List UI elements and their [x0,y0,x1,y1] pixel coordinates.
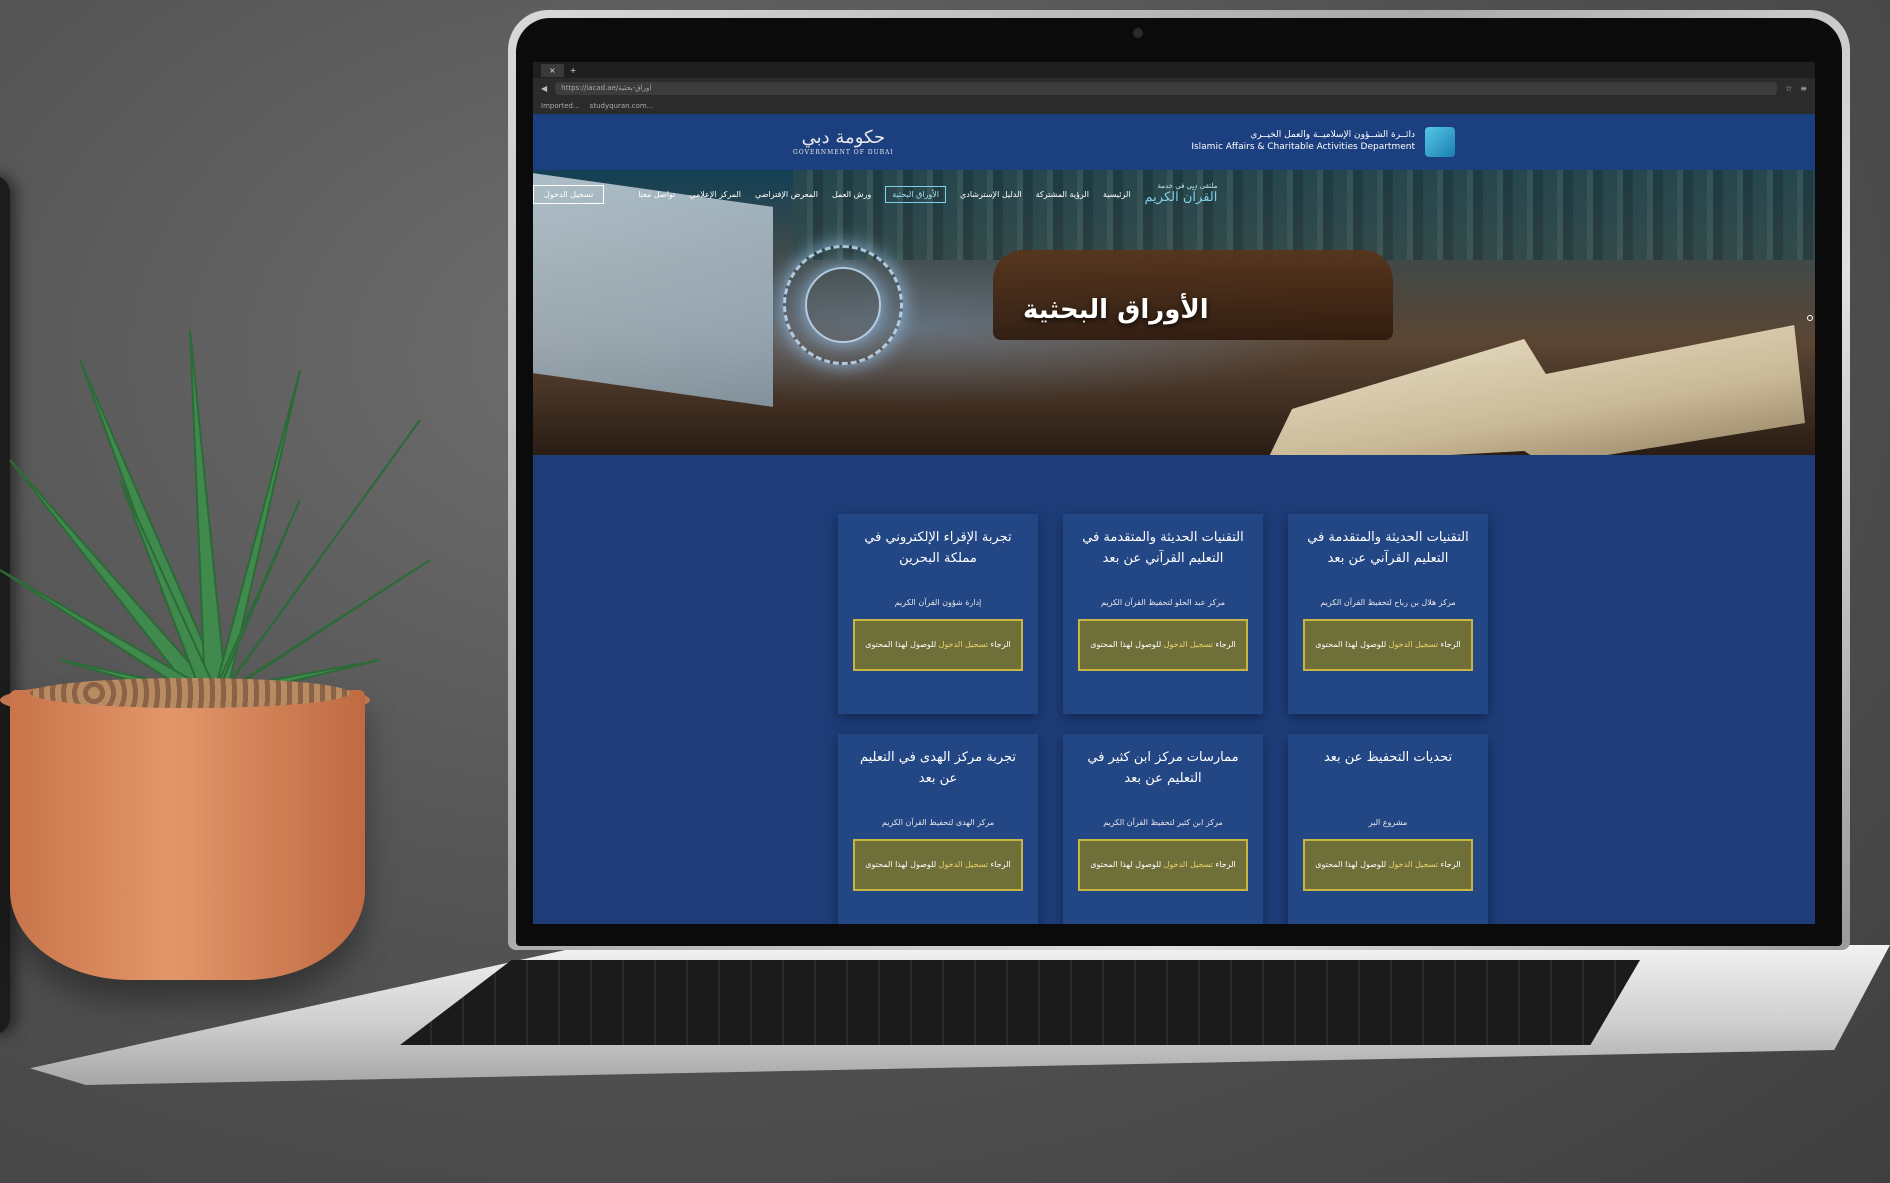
research-papers-grid: التقنيات الحديثة والمتقدمة في التعليم ال… [788,514,1488,924]
login-link[interactable]: تسجيل الدخول [939,860,988,869]
paper-card: تحديات التحفيظ عن بعد مشروع البر الرجاء … [1288,734,1488,924]
brand-main: القرآن الكريم [1144,189,1218,205]
gov-logo-ar: حكومة دبي [801,126,886,148]
nav-media-center[interactable]: المركز الإعلامي [689,190,741,199]
pot-pebbles [30,678,350,708]
bookmark-item[interactable]: studyquran.com... [590,102,654,110]
browser-tab[interactable]: × [541,63,564,77]
login-to-access-button[interactable]: الرجاء تسجيل الدخول للوصول لهذا المحتوى [1303,619,1473,671]
address-bar[interactable]: https://iacad.ae/اوراق-بحثية [555,81,1778,95]
nav-shared-vision[interactable]: الرؤية المشتركة [1036,190,1089,199]
btn-text: للوصول لهذا المحتوى [865,640,939,649]
paper-organization: مركز هلال بن رباح لتحفيظ القرآن الكريم [1320,598,1456,607]
btn-text: للوصول لهذا المحتوى [1090,860,1164,869]
btn-text: الرجاء [1437,860,1461,869]
login-to-access-button[interactable]: الرجاء تسجيل الدخول للوصول لهذا المحتوى [1078,619,1248,671]
btn-text: الرجاء [987,640,1011,649]
nav-guide[interactable]: الدليل الإسترشادي [960,190,1022,199]
new-tab-button[interactable]: + [570,66,577,75]
btn-text: للوصول لهذا المحتوى [1315,640,1389,649]
url-row: ◀ https://iacad.ae/اوراق-بحثية ☆ ≡ [533,78,1815,98]
star-icon[interactable]: ☆ [1785,84,1792,93]
slider-dot[interactable] [1807,315,1813,321]
aloe-plant-illustration [0,330,431,697]
paper-organization: مركز الهدى لتحفيظ القرآن الكريم [881,818,995,827]
btn-text: الرجاء [1437,640,1461,649]
menu-icon[interactable]: ≡ [1800,84,1807,93]
paper-title: التقنيات الحديثة والمتقدمة في التعليم ال… [1082,530,1244,566]
login-link[interactable]: تسجيل الدخول [1389,860,1438,869]
open-book-image [1265,325,1805,455]
paper-card: التقنيات الحديثة والمتقدمة في التعليم ال… [1063,514,1263,714]
department-name: دائــرة الشــؤون الإسلاميــة والعمل الخي… [1191,130,1415,153]
tab-row: × + [533,62,1815,78]
forum-brand-logo[interactable]: ملتقى دبي في خدمة القرآن الكريم [1144,182,1218,205]
browser-chrome: × + ◀ https://iacad.ae/اوراق-بحثية ☆ ≡ I… [533,62,1815,114]
login-link[interactable]: تسجيل الدخول [939,640,988,649]
login-to-access-button[interactable]: الرجاء تسجيل الدخول للوصول لهذا المحتوى [1078,839,1248,891]
login-link[interactable]: تسجيل الدخول [1164,860,1213,869]
main-navigation: ملتقى دبي في خدمة القرآن الكريم الرئيسية… [533,170,1815,218]
laptop-screen: × + ◀ https://iacad.ae/اوراق-بحثية ☆ ≡ I… [533,62,1815,924]
paper-title: تجربة الإقراء الإلكتروني في مملكة البحري… [864,530,1012,566]
paper-title: تجربة مركز الهدى في التعليم عن بعد [859,750,1017,786]
btn-text: الرجاء [987,860,1011,869]
login-to-access-button[interactable]: الرجاء تسجيل الدخول للوصول لهذا المحتوى [1303,839,1473,891]
department-emblem-icon [1425,127,1455,157]
flower-pot [10,690,365,980]
department-name-en: Islamic Affairs & Charitable Activities … [1191,142,1415,152]
btn-text: الرجاء [1212,860,1236,869]
nav-workshops[interactable]: ورش العمل [832,190,871,199]
back-icon[interactable]: ◀ [541,84,547,93]
paper-organization: مركز ابن كثير لتحفيظ القرآن الكريم [1103,818,1223,827]
nav-virtual-exhibition[interactable]: المعرض الإفتراضي [755,190,818,199]
page-title: الأوراق البحثية [1023,295,1209,325]
login-link[interactable]: تسجيل الدخول [1164,640,1213,649]
login-to-access-button[interactable]: الرجاء تسجيل الدخول للوصول لهذا المحتوى [853,619,1023,671]
hero-banner: ملتقى دبي في خدمة القرآن الكريم الرئيسية… [533,170,1815,455]
paper-organization: مشروع البر [1368,818,1408,827]
digital-ring-inner [805,267,881,343]
paper-card: تجربة الإقراء الإلكتروني في مملكة البحري… [838,514,1038,714]
login-link[interactable]: تسجيل الدخول [1389,640,1438,649]
btn-text: للوصول لهذا المحتوى [1090,640,1164,649]
nav-contact[interactable]: تواصل معنا [638,190,675,199]
paper-organization: مركز عبد الحلو لتحفيظ القرآن الكريم [1101,598,1225,607]
department-logo[interactable]: دائــرة الشــؤون الإسلاميــة والعمل الخي… [1191,127,1455,157]
btn-text: للوصول لهذا المحتوى [865,860,939,869]
btn-text: للوصول لهذا المحتوى [1315,860,1389,869]
paper-title: التقنيات الحديثة والمتقدمة في التعليم ال… [1307,530,1469,566]
nav-home[interactable]: الرئيسية [1103,190,1131,199]
login-to-access-button[interactable]: الرجاء تسجيل الدخول للوصول لهذا المحتوى [853,839,1023,891]
bookmark-item[interactable]: Imported... [541,102,580,110]
gov-logo-en: GOVERNMENT OF DUBAI [793,148,894,156]
login-button[interactable]: تسجيل الدخول [533,184,605,204]
laptop-keyboard [400,960,1640,1045]
bookmarks-bar: Imported... studyquran.com... [533,98,1815,114]
nav-research-papers[interactable]: الأوراق البحثية [885,185,947,203]
paper-card: التقنيات الحديثة والمتقدمة في التعليم ال… [1288,514,1488,714]
paper-title: تحديات التحفيظ عن بعد [1323,750,1453,765]
paper-card: ممارسات مركز ابن كثير في التعليم عن بعد … [1063,734,1263,924]
paper-organization: إدارة شؤون القرآن الكريم [894,598,982,607]
paper-card: تجربة مركز الهدى في التعليم عن بعد مركز … [838,734,1038,924]
department-name-ar: دائــرة الشــؤون الإسلاميــة والعمل الخي… [1250,130,1415,141]
btn-text: الرجاء [1212,640,1236,649]
webcam-icon [1133,28,1143,38]
paper-title: ممارسات مركز ابن كثير في التعليم عن بعد [1087,750,1239,786]
government-of-dubai-logo[interactable]: حكومة دبي GOVERNMENT OF DUBAI [793,126,894,156]
site-header: حكومة دبي GOVERNMENT OF DUBAI دائــرة ال… [533,114,1815,170]
